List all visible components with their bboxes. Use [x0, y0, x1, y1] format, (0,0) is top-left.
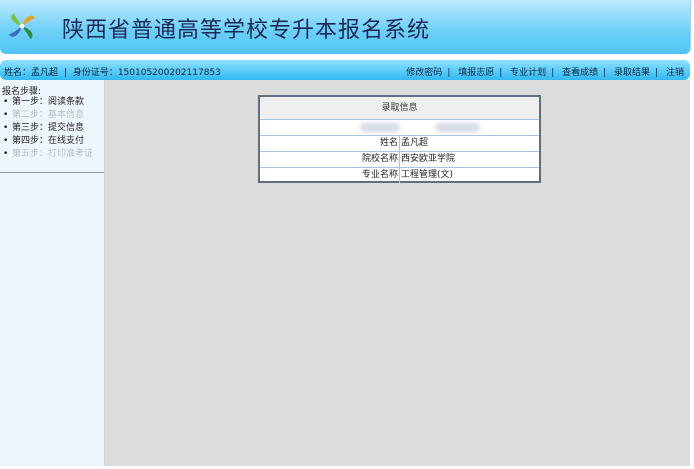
pinwheel-logo-icon: [9, 13, 35, 39]
steps-sidebar: 报名步骤: 第一步：阅读条款 第二步：基本信息 第三步：提交信息 第四步：在线支…: [0, 80, 105, 466]
school-label: 院校名称: [260, 152, 400, 167]
step-print-admission-ticket: 第五步：打印准考证: [0, 148, 104, 161]
main-content: 录取信息 姓名 孟凡超 院校名称 西安欧亚学院 专业名称 工程管理(文): [105, 80, 690, 466]
nav-logout[interactable]: 注销: [666, 68, 684, 78]
step-online-payment[interactable]: 第四步：在线支付: [0, 135, 104, 148]
name-value: 孟凡超: [401, 138, 429, 148]
nav-admission-result[interactable]: 录取结果: [614, 68, 650, 78]
major-value: 工程管理(文): [401, 170, 454, 180]
redacted-mark-left: [360, 123, 400, 132]
table-row: 专业名称 工程管理(文): [260, 168, 539, 183]
nav-major-plan[interactable]: 专业计划: [510, 68, 546, 78]
step-submit-info[interactable]: 第三步：提交信息: [0, 122, 104, 135]
steps-list: 第一步：阅读条款 第二步：基本信息 第三步：提交信息 第四步：在线支付 第五步：…: [0, 96, 104, 161]
top-nav: 修改密码 | 填报志愿 | 专业计划 | 查看成绩 | 录取结果 | 注销: [406, 68, 684, 78]
nav-change-password[interactable]: 修改密码: [406, 68, 442, 78]
major-label: 专业名称: [260, 168, 400, 183]
user-info-bar: 姓名：孟凡超 | 身份证号：150105200202117853 修改密码 | 填…: [0, 60, 690, 80]
nav-fill-preferences[interactable]: 填报志愿: [458, 68, 494, 78]
user-info: 姓名：孟凡超 | 身份证号：150105200202117853: [4, 68, 221, 78]
admission-info-header: 录取信息: [260, 97, 539, 120]
school-value: 西安欧亚学院: [401, 154, 456, 164]
user-id-number: 身份证号：150105200202117853: [72, 68, 221, 78]
nav-view-scores[interactable]: 查看成绩: [562, 68, 598, 78]
page-header: 陕西省普通高等学校专升本报名系统: [0, 0, 691, 54]
admission-info-table: 录取信息 姓名 孟凡超 院校名称 西安欧亚学院 专业名称 工程管理(文): [258, 95, 541, 183]
step-basic-info: 第二步：基本信息: [0, 109, 104, 122]
system-title: 陕西省普通高等学校专升本报名系统: [62, 18, 431, 43]
sidebar-divider: [0, 172, 104, 173]
redacted-row: [260, 120, 539, 136]
table-row: 姓名 孟凡超: [260, 136, 539, 152]
redacted-mark-right: [435, 123, 480, 132]
name-label: 姓名: [260, 136, 400, 151]
step-read-terms[interactable]: 第一步：阅读条款: [0, 96, 104, 109]
table-row: 院校名称 西安欧亚学院: [260, 152, 539, 168]
user-name: 姓名：孟凡超: [4, 68, 59, 78]
